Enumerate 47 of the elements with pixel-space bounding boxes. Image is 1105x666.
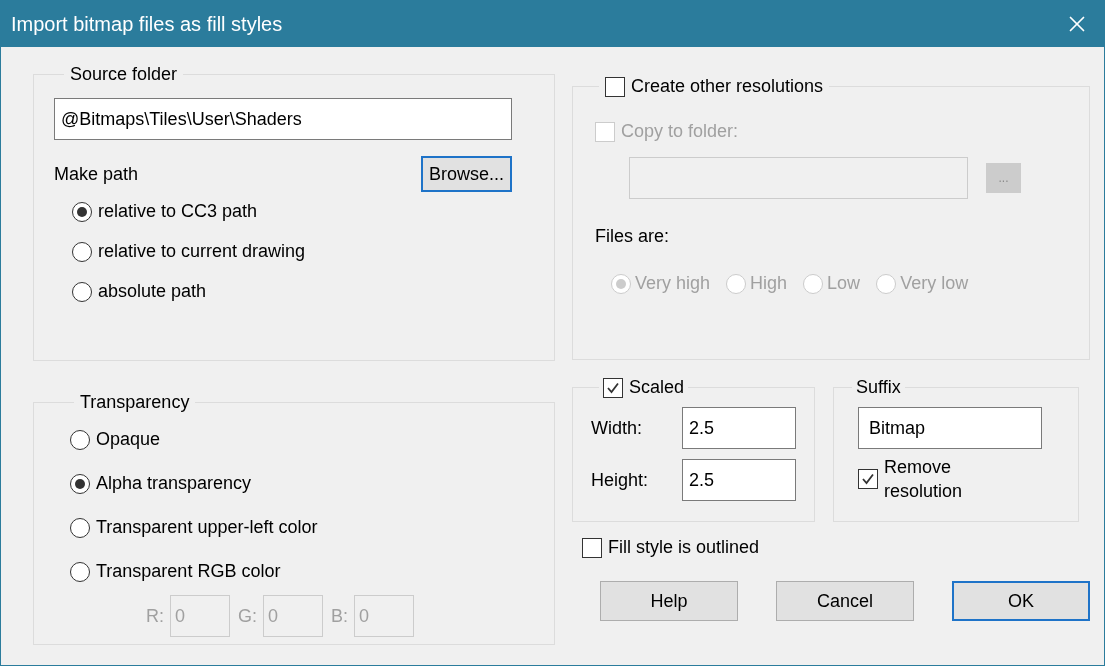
dialog-button[interactable]: OK	[952, 581, 1090, 621]
suffix-field[interactable]: Bitmap	[858, 407, 1042, 449]
color-channel-label: G:	[238, 604, 257, 628]
browse-button[interactable]: Browse...	[420, 156, 512, 192]
group-title: Suffix	[855, 376, 902, 399]
checkmark-icon	[606, 380, 620, 395]
radio-button[interactable]	[72, 201, 92, 222]
size-field[interactable]: 2.5	[682, 459, 796, 501]
radio-label: Opaque	[96, 428, 161, 451]
radio-button[interactable]	[70, 517, 90, 538]
checkbox-label: Remove resolution	[884, 456, 964, 503]
field-label: Width:	[591, 416, 642, 440]
checkbox[interactable]	[858, 469, 878, 489]
checkbox-label: Create other resolutions	[631, 75, 824, 98]
group-title: Source folder	[69, 63, 179, 86]
radio-label: Transparent RGB color	[96, 560, 281, 583]
radio-label: Low	[827, 272, 861, 295]
radio-button[interactable]	[70, 561, 90, 582]
checkbox[interactable]	[603, 377, 623, 398]
radio-label: Transparent upper-left color	[96, 516, 318, 539]
radio-label: Very high	[635, 272, 711, 295]
dialog-button[interactable]: Help	[600, 581, 738, 621]
dialog-button[interactable]: Cancel	[776, 581, 914, 621]
radio-label: absolute path	[98, 280, 207, 303]
checkbox-label: Scaled	[629, 376, 685, 399]
radio-button[interactable]	[70, 429, 90, 450]
group-title: Transparency	[79, 391, 191, 414]
field-label: Height:	[591, 468, 649, 492]
radio-label: Very low	[900, 272, 969, 295]
files-are-label: Files are:	[595, 225, 671, 248]
color-channel-label: R:	[146, 604, 164, 628]
checkbox-label: Copy to folder:	[621, 120, 739, 143]
window-title: Import bitmap files as fill styles	[11, 12, 283, 37]
radio-button[interactable]	[70, 473, 90, 494]
radio-label: relative to current drawing	[98, 240, 306, 263]
radio-button[interactable]	[72, 241, 92, 262]
radio-label: Alpha transparency	[96, 472, 252, 495]
radio-label: relative to CC3 path	[98, 200, 258, 223]
color-channel-label: B:	[331, 604, 349, 628]
size-field[interactable]: 2.5	[682, 407, 796, 449]
checkbox-label: Fill style is outlined	[608, 536, 760, 559]
checkmark-icon	[861, 472, 875, 486]
checkbox[interactable]	[582, 537, 602, 558]
radio-label: High	[750, 272, 788, 295]
path-field[interactable]: @Bitmaps\Tiles\User\Shaders	[54, 98, 512, 140]
radio-button[interactable]	[72, 281, 92, 302]
make-path-label: Make path	[54, 162, 139, 186]
